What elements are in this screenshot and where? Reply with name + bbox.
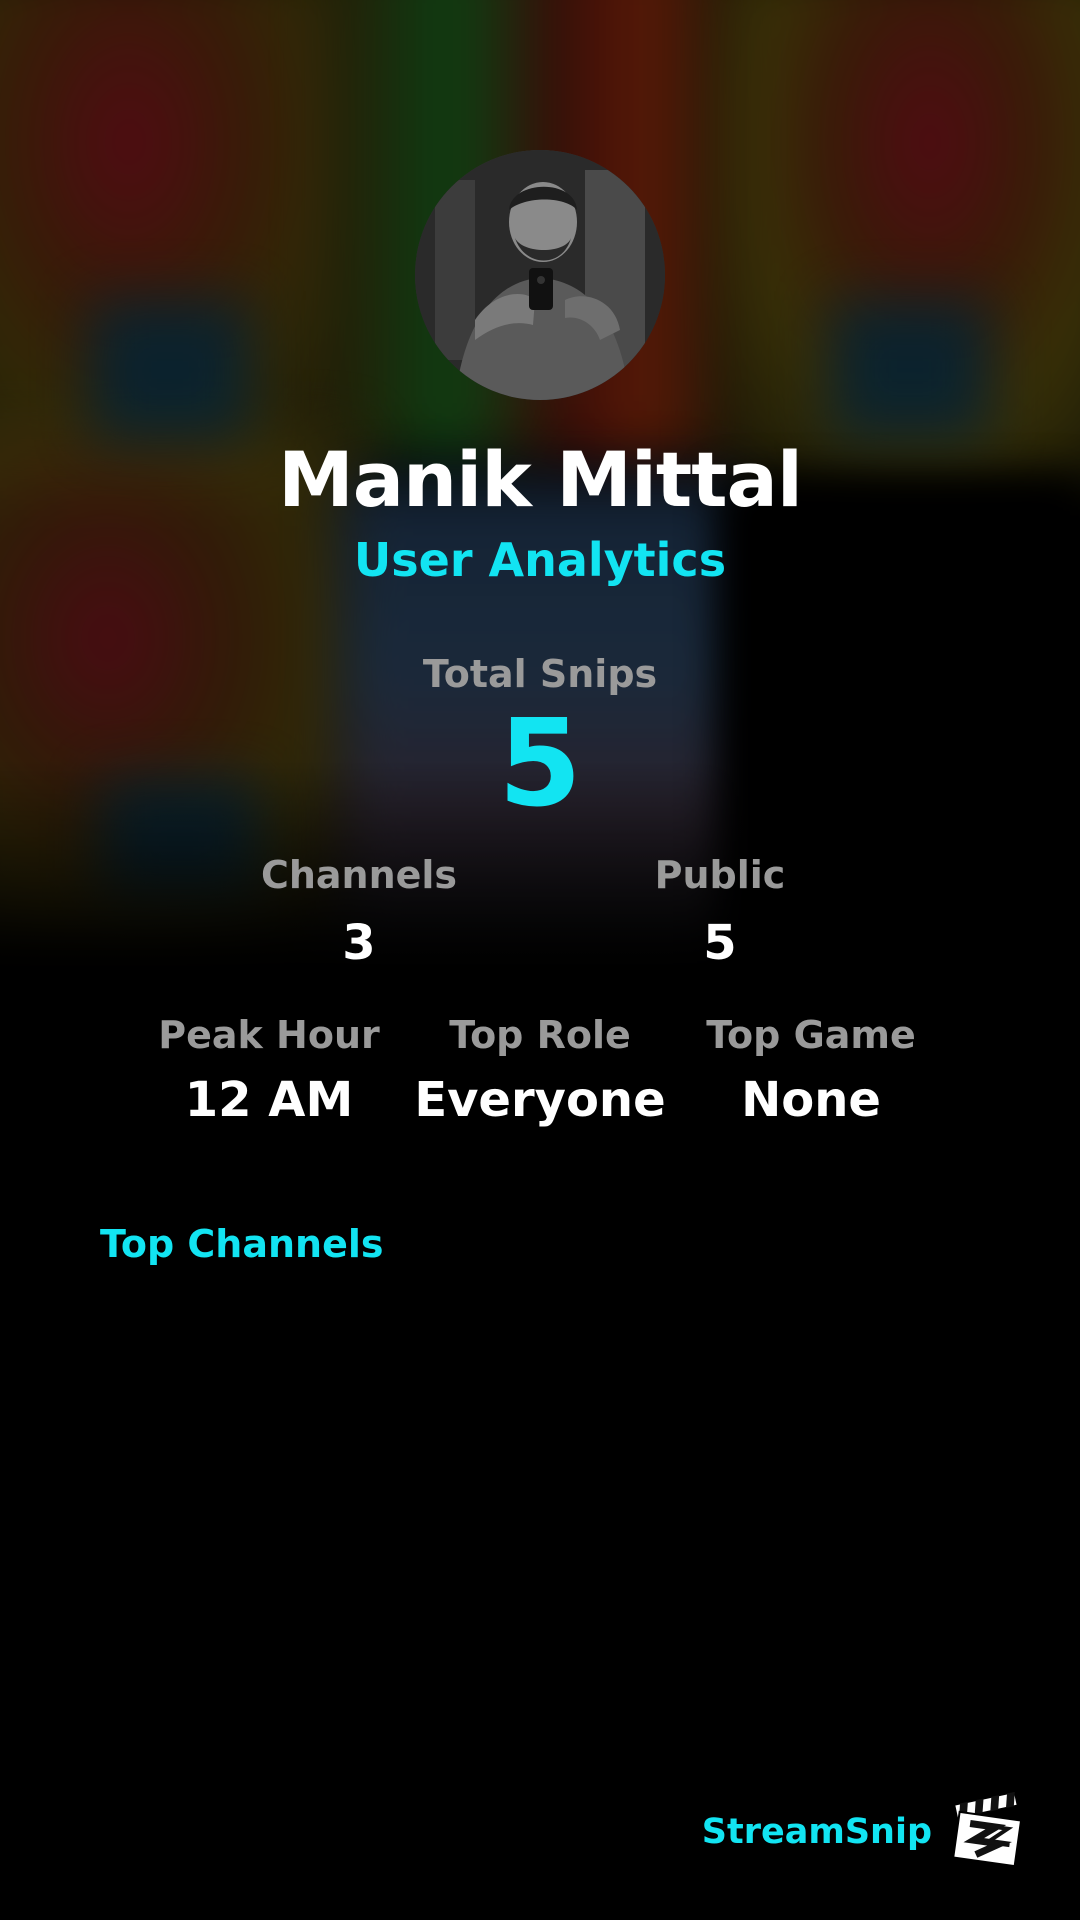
public-label: Public <box>654 853 786 897</box>
peak-hour-label: Peak Hour <box>158 1013 380 1057</box>
channels-label: Channels <box>260 853 458 897</box>
top-role-value: Everyone <box>414 1072 666 1128</box>
top-role-label: Top Role <box>449 1013 631 1057</box>
analytics-card: Manik Mittal User Analytics Total Snips … <box>0 0 1080 1920</box>
peak-hour-value: 12 AM <box>184 1072 354 1128</box>
total-snips-value: 5 <box>498 695 582 834</box>
top-channels-title: Top Channels <box>100 1222 384 1266</box>
page-subtitle: User Analytics <box>353 533 727 587</box>
total-snips-label: Total Snips <box>422 652 658 696</box>
top-game-value: None <box>741 1072 881 1128</box>
user-photo-avatar <box>415 150 665 400</box>
top-game-label: Top Game <box>706 1013 916 1057</box>
clapperboard-icon <box>948 1790 1026 1868</box>
public-value: 5 <box>703 915 737 971</box>
avatar <box>415 150 665 400</box>
user-name: Manik Mittal <box>278 435 803 524</box>
brand-name: StreamSnip <box>701 1812 932 1852</box>
channels-value: 3 <box>342 915 376 971</box>
